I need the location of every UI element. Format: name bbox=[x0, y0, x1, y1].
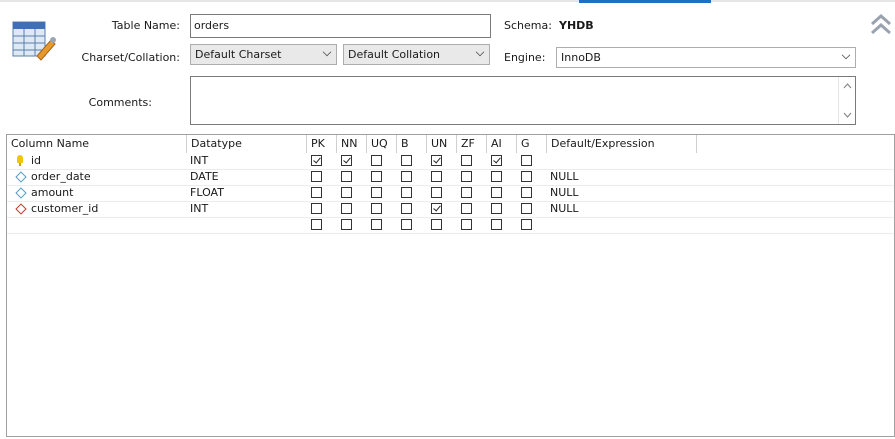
uq-checkbox[interactable] bbox=[371, 171, 382, 182]
b-checkbox[interactable] bbox=[401, 187, 412, 198]
schema-value: YHDB bbox=[559, 19, 594, 32]
header-nn[interactable]: NN bbox=[337, 135, 367, 153]
table-row[interactable]: id INT bbox=[7, 153, 894, 170]
table-row[interactable] bbox=[7, 217, 894, 234]
column-name-cell[interactable]: amount bbox=[31, 185, 73, 201]
ai-checkbox[interactable] bbox=[491, 203, 502, 214]
zf-checkbox[interactable] bbox=[461, 203, 472, 214]
pk-checkbox[interactable] bbox=[311, 155, 322, 166]
zf-checkbox[interactable] bbox=[461, 187, 472, 198]
ai-checkbox[interactable] bbox=[491, 219, 502, 230]
zf-checkbox[interactable] bbox=[461, 155, 472, 166]
b-checkbox[interactable] bbox=[401, 203, 412, 214]
ai-checkbox[interactable] bbox=[491, 187, 502, 198]
un-checkbox[interactable] bbox=[431, 155, 442, 166]
header-zf[interactable]: ZF bbox=[457, 135, 487, 153]
foreign-key-diamond-icon bbox=[15, 203, 27, 215]
table-row[interactable]: order_date DATE NULL bbox=[7, 169, 894, 186]
engine-value: InnoDB bbox=[561, 51, 601, 64]
nn-checkbox[interactable] bbox=[341, 203, 352, 214]
uq-checkbox[interactable] bbox=[371, 187, 382, 198]
un-checkbox[interactable] bbox=[431, 187, 442, 198]
g-checkbox[interactable] bbox=[521, 171, 532, 182]
pk-checkbox[interactable] bbox=[311, 187, 322, 198]
pk-checkbox[interactable] bbox=[311, 171, 322, 182]
nn-checkbox[interactable] bbox=[341, 219, 352, 230]
header-un[interactable]: UN bbox=[427, 135, 457, 153]
comments-label: Comments: bbox=[88, 96, 152, 109]
pk-checkbox[interactable] bbox=[311, 203, 322, 214]
header-pk[interactable]: PK bbox=[307, 135, 337, 153]
zf-checkbox[interactable] bbox=[461, 171, 472, 182]
nn-checkbox[interactable] bbox=[341, 171, 352, 182]
datatype-cell[interactable]: INT bbox=[190, 201, 208, 217]
uq-checkbox[interactable] bbox=[371, 219, 382, 230]
b-checkbox[interactable] bbox=[401, 219, 412, 230]
b-checkbox[interactable] bbox=[401, 155, 412, 166]
chevron-down-icon bbox=[841, 50, 851, 60]
table-row[interactable]: customer_id INT NULL bbox=[7, 201, 894, 218]
column-diamond-icon bbox=[15, 187, 27, 199]
uq-checkbox[interactable] bbox=[371, 203, 382, 214]
header-default-expression[interactable]: Default/Expression bbox=[547, 135, 697, 153]
table-row[interactable]: amount FLOAT NULL bbox=[7, 185, 894, 202]
header-g[interactable]: G bbox=[517, 135, 547, 153]
table-name-label: Table Name: bbox=[111, 19, 180, 32]
zf-checkbox[interactable] bbox=[461, 219, 472, 230]
pk-checkbox[interactable] bbox=[311, 219, 322, 230]
un-checkbox[interactable] bbox=[431, 171, 442, 182]
g-checkbox[interactable] bbox=[521, 203, 532, 214]
g-checkbox[interactable] bbox=[521, 219, 532, 230]
engine-select[interactable]: InnoDB bbox=[556, 47, 856, 68]
column-diamond-icon bbox=[15, 171, 27, 183]
default-expression-cell[interactable]: NULL bbox=[550, 201, 579, 217]
collation-value: Default Collation bbox=[348, 48, 441, 61]
nn-checkbox[interactable] bbox=[341, 155, 352, 166]
charset-collation-label: Charset/Collation: bbox=[81, 51, 180, 64]
un-checkbox[interactable] bbox=[431, 219, 442, 230]
collation-select[interactable]: Default Collation bbox=[343, 44, 490, 65]
datatype-cell[interactable]: DATE bbox=[190, 169, 219, 185]
table-name-input[interactable]: orders bbox=[190, 14, 491, 38]
collapse-chevron-icon[interactable] bbox=[870, 12, 892, 36]
ai-checkbox[interactable] bbox=[491, 171, 502, 182]
charset-select[interactable]: Default Charset bbox=[190, 44, 337, 65]
g-checkbox[interactable] bbox=[521, 187, 532, 198]
datatype-cell[interactable]: INT bbox=[190, 153, 208, 169]
header-b[interactable]: B bbox=[397, 135, 427, 153]
active-tab-indicator bbox=[579, 0, 711, 3]
header-ai[interactable]: AI bbox=[487, 135, 517, 153]
primary-key-icon bbox=[17, 155, 23, 166]
columns-grid[interactable]: Column Name Datatype PK NN UQ B UN ZF AI G Default… bbox=[6, 134, 895, 437]
g-checkbox[interactable] bbox=[521, 155, 532, 166]
un-checkbox[interactable] bbox=[431, 203, 442, 214]
charset-value: Default Charset bbox=[195, 48, 282, 61]
chevron-down-icon bbox=[322, 47, 332, 57]
header-uq[interactable]: UQ bbox=[367, 135, 397, 153]
chevron-down-icon bbox=[475, 47, 485, 57]
comments-scrollbar[interactable] bbox=[838, 77, 856, 124]
engine-label: Engine: bbox=[504, 51, 546, 64]
comments-textarea[interactable] bbox=[190, 76, 856, 125]
b-checkbox[interactable] bbox=[401, 171, 412, 182]
datatype-cell[interactable]: FLOAT bbox=[190, 185, 224, 201]
nn-checkbox[interactable] bbox=[341, 187, 352, 198]
uq-checkbox[interactable] bbox=[371, 155, 382, 166]
column-name-cell[interactable]: id bbox=[31, 153, 41, 169]
column-name-cell[interactable]: customer_id bbox=[31, 201, 98, 217]
column-name-cell[interactable]: order_date bbox=[31, 169, 91, 185]
header-column-name[interactable]: Column Name bbox=[7, 135, 187, 153]
top-border bbox=[0, 0, 895, 3]
schema-label: Schema: bbox=[504, 19, 552, 32]
header-datatype[interactable]: Datatype bbox=[187, 135, 307, 153]
ai-checkbox[interactable] bbox=[491, 155, 502, 166]
default-expression-cell[interactable]: NULL bbox=[550, 169, 579, 185]
default-expression-cell[interactable]: NULL bbox=[550, 185, 579, 201]
